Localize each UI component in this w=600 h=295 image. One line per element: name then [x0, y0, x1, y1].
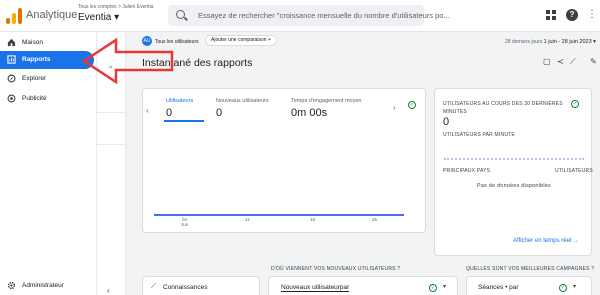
check-circle-icon: ✓ [408, 101, 416, 109]
explore-icon [7, 74, 16, 83]
app-name: Analytique [26, 9, 78, 21]
per-minute-label: UTILISATEURS PAR MINUTE [443, 132, 515, 138]
metric-users-value: 0 [166, 107, 173, 119]
check-circle-icon: ✓ [429, 284, 437, 292]
home-icon [7, 38, 16, 47]
title-actions: ▢ ≺ ⟋ ✎ [543, 57, 599, 67]
dropdown-arrow-icon[interactable]: ▾ [573, 283, 576, 290]
edit-pencil-icon[interactable]: ✎ [590, 57, 597, 66]
insights-trend-icon: ⟋ [151, 283, 156, 290]
metric-new-users-value: 0 [216, 107, 223, 119]
realtime-title: UTILISATEURS AU COURS DES 30 DERNIÈRES M… [443, 101, 563, 115]
metric-users-label[interactable]: Utilisateurs [166, 98, 193, 104]
insights-trend-icon[interactable]: ⟋ [570, 57, 576, 67]
sessions-dimension-dropdown[interactable]: Séances • par [478, 284, 519, 291]
sidebar-item-label: Maison [22, 39, 43, 46]
add-comparison-button[interactable]: Ajouter une comparaison + [205, 35, 277, 46]
date-range-value: 1 juin - 28 juin 2023 ▾ [543, 39, 596, 45]
search-input[interactable]: Essayez de rechercher "croissance mensue… [198, 11, 450, 20]
sidebar-item-admin[interactable]: Administrateur [0, 279, 96, 293]
subpanel-divider [97, 112, 126, 113]
metric-engagement-label[interactable]: Temps d'engagement moyen [291, 98, 361, 104]
help-icon[interactable]: ? [566, 9, 578, 21]
top-countries-header: PRINCIPAUX PAYS [443, 168, 491, 174]
sidebar-item-label: Explorer [22, 75, 47, 82]
chart-prev-icon[interactable]: ‹ [146, 106, 149, 115]
check-circle-icon: ✓ [559, 284, 567, 292]
per-minute-sparkline [444, 158, 584, 160]
edit-report-icon[interactable]: ▢ [543, 57, 551, 66]
search-bar[interactable]: Essayez de rechercher "croissance mensue… [168, 5, 450, 26]
dropdown-arrow-icon[interactable]: ▾ [443, 283, 446, 290]
users-header: UTILISATEURS [555, 168, 593, 174]
annotation-arrow [81, 37, 174, 85]
share-icon[interactable]: ≺ [557, 57, 564, 66]
x-tick-label: 25 [372, 217, 378, 222]
metric-engagement-value: 0m 00s [291, 107, 328, 119]
gear-icon [7, 281, 16, 290]
realtime-value: 0 [443, 116, 450, 128]
property-selector[interactable]: Eventia ▾ [78, 12, 119, 23]
users-series-line [154, 214, 404, 216]
top-app-bar: Analytique Tous les comptes > Julien Eve… [0, 0, 600, 32]
new-users-dimension-dropdown[interactable]: Nouveaux utilisateurpar [281, 284, 350, 292]
metric-new-users-label[interactable]: Nouveaux utilisateurs [216, 98, 269, 104]
x-tick-month: Jun [181, 222, 189, 227]
more-vert-icon[interactable]: ⋮ [587, 9, 597, 21]
section-title-campaigns: QUELLES SONT VOS MEILLEURES CAMPAGNES ? [466, 266, 595, 272]
analytics-logo-icon[interactable] [6, 8, 22, 24]
x-tick-label: 11 [245, 217, 250, 222]
insights-label: Connaissances [163, 284, 208, 291]
overview-card [142, 88, 426, 233]
no-data-message: Pas de données disponibles [477, 183, 552, 189]
account-breadcrumb[interactable]: Tous les comptes > Julien Eventia [78, 4, 153, 10]
search-icon [176, 10, 185, 19]
date-range-prefix: 28 derniers jours [505, 39, 543, 45]
x-tick-label: 18 [310, 217, 316, 222]
sidebar-item-label: Publicité [22, 95, 47, 102]
subpanel-divider [97, 144, 126, 145]
collapse-chevron-icon[interactable]: ‹ [107, 286, 110, 295]
selected-metric-indicator [164, 120, 204, 122]
date-range-selector[interactable]: 28 derniers jours 1 juin - 28 juin 2023 … [505, 39, 596, 45]
reports-icon [7, 55, 16, 64]
admin-label: Administrateur [22, 282, 64, 289]
check-circle-icon: ✓ [571, 100, 579, 108]
apps-grid-icon[interactable] [546, 10, 557, 21]
sidebar-item-label: Rapports [22, 56, 51, 63]
ads-icon [7, 94, 16, 103]
view-realtime-link[interactable]: Afficher en temps réel → [513, 238, 579, 244]
section-title-new-users: D'OÙ VIENNENT VOS NOUVEAUX UTILISATEURS … [271, 266, 401, 272]
chart-next-icon[interactable]: › [393, 103, 396, 112]
